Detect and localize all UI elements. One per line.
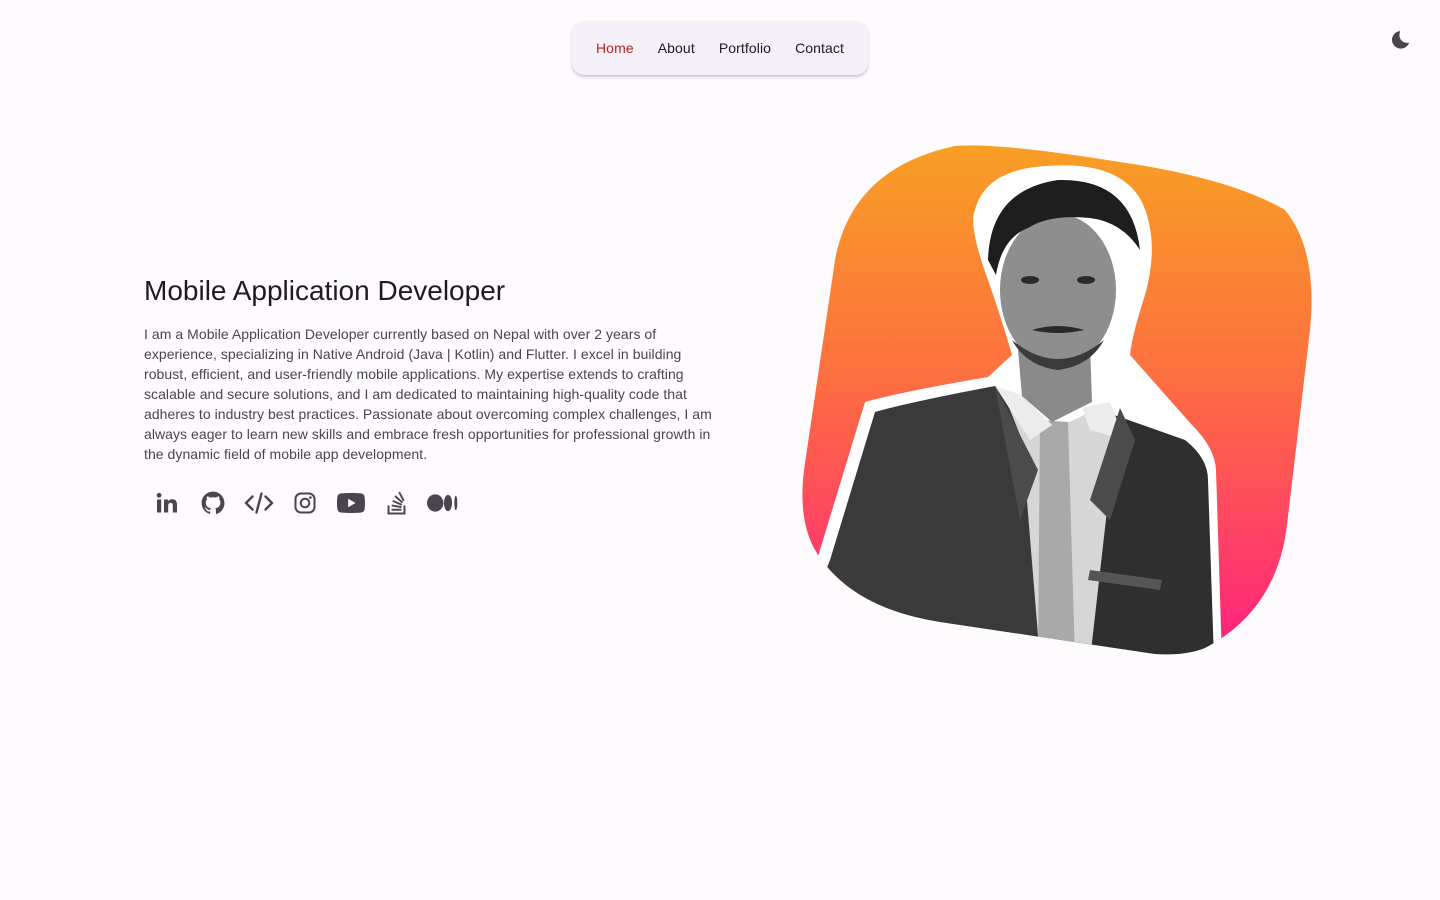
profile-photo-image	[802, 145, 1312, 655]
code-link[interactable]	[236, 483, 282, 523]
moon-icon	[1392, 31, 1410, 49]
youtube-link[interactable]	[328, 483, 374, 523]
stackoverflow-link[interactable]	[374, 483, 420, 523]
profile-portrait	[790, 140, 1320, 660]
linkedin-icon	[156, 492, 177, 513]
nav-contact[interactable]: Contact	[783, 40, 856, 56]
nav-about[interactable]: About	[646, 40, 707, 56]
github-link[interactable]	[190, 483, 236, 523]
code-icon	[244, 492, 274, 514]
instagram-link[interactable]	[282, 483, 328, 523]
hero-section: Mobile Application Developer I am a Mobi…	[144, 272, 714, 464]
top-navigation: Home About Portfolio Contact	[572, 21, 868, 75]
linkedin-link[interactable]	[144, 483, 190, 523]
stackoverflow-icon	[387, 491, 406, 515]
instagram-icon	[294, 492, 316, 514]
medium-icon	[427, 494, 458, 512]
social-links	[144, 483, 466, 523]
hero-bio: I am a Mobile Application Developer curr…	[144, 326, 712, 462]
nav-portfolio[interactable]: Portfolio	[707, 40, 783, 56]
theme-toggle-button[interactable]	[1388, 28, 1412, 52]
github-icon	[201, 491, 225, 514]
nav-home[interactable]: Home	[584, 40, 646, 56]
medium-link[interactable]	[420, 483, 466, 523]
youtube-icon	[337, 493, 365, 513]
hero-headline: Mobile Application Developer	[144, 275, 506, 306]
